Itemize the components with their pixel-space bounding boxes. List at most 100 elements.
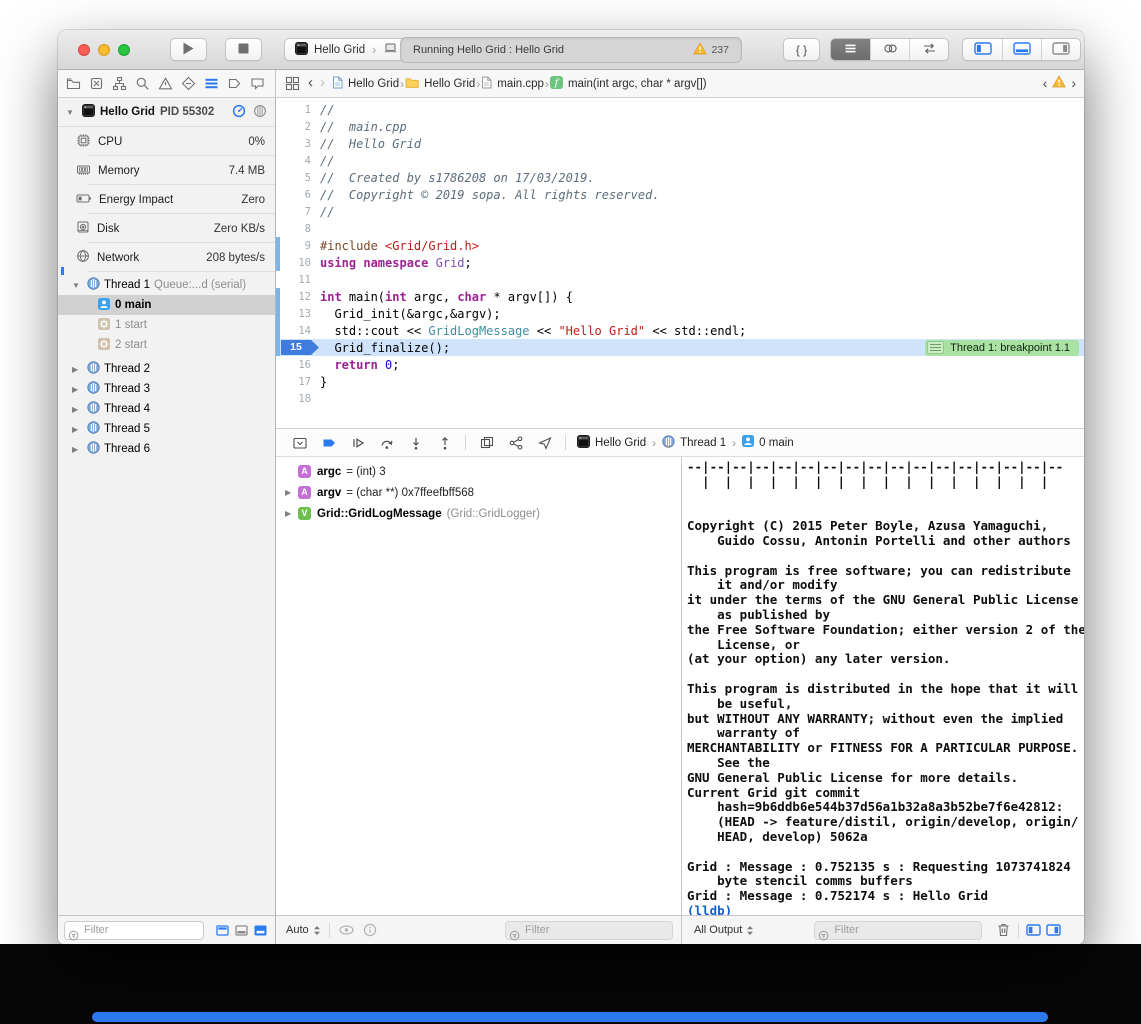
code-line[interactable]: 13 Grid_init(&argc,&argv); (276, 305, 1084, 322)
go-back-button[interactable]: ‹ (308, 74, 313, 91)
code-line[interactable]: 3// Hello Grid (276, 135, 1084, 152)
clear-console-button[interactable] (996, 922, 1011, 938)
code-line[interactable]: 7// (276, 203, 1084, 220)
stop-button[interactable] (225, 38, 262, 61)
jump-bar-item[interactable]: main.cpp (481, 76, 544, 92)
variable-row[interactable]: ▶VGrid::GridLogMessage(Grid::GridLogger) (276, 503, 681, 524)
console-output[interactable]: --|--|--|--|--|--|--|--|--|--|--|--|--|-… (681, 457, 1084, 915)
thread-row[interactable]: ▶Thread 3 (58, 379, 275, 399)
step-into-button[interactable] (402, 432, 429, 454)
code-line[interactable]: 6// Copyright © 2019 sopa. All rights re… (276, 186, 1084, 203)
code-line[interactable]: 4// (276, 152, 1084, 169)
grid-view-button[interactable] (254, 925, 267, 936)
code-line[interactable]: 18 (276, 390, 1084, 407)
step-out-button[interactable] (431, 432, 458, 454)
stack-frame-row[interactable]: 2 start (58, 335, 275, 355)
toggle-inspector-button[interactable] (1041, 39, 1080, 60)
info-button[interactable] (363, 923, 377, 937)
code-line[interactable]: 10using namespace Grid; (276, 254, 1084, 271)
list-view-button[interactable] (235, 925, 248, 936)
line-number-gutter[interactable]: 5 (280, 172, 320, 184)
line-number-gutter[interactable]: 2 (280, 121, 320, 133)
code-line[interactable]: 12int main(int argc, char * argv[]) { (276, 288, 1084, 305)
line-number-gutter[interactable]: 3 (280, 138, 320, 150)
report-navigator-button[interactable] (249, 76, 265, 92)
console-filter-input[interactable] (814, 921, 982, 940)
warning-badge[interactable]: 237 (693, 42, 729, 58)
gauge-row-energy-impact[interactable]: Energy ImpactZero (58, 185, 275, 214)
line-number-gutter[interactable]: 13 (280, 308, 320, 320)
thread-row[interactable]: ▶Thread 5 (58, 419, 275, 439)
disclosure-triangle[interactable]: ▶ (285, 488, 298, 497)
code-line[interactable]: 14 std::cout << GridLogMessage << "Hello… (276, 322, 1084, 339)
continue-button[interactable] (344, 432, 371, 454)
gauges-view-button[interactable] (216, 925, 229, 936)
jump-bar-item[interactable]: fmain(int argc, char * argv[]) (550, 76, 707, 92)
code-line[interactable]: 5// Created by s1786208 on 17/03/2019. (276, 169, 1084, 186)
find-navigator-button[interactable] (134, 76, 150, 92)
code-line[interactable]: 17} (276, 373, 1084, 390)
jump-bar-item[interactable]: Hello Grid (332, 76, 399, 92)
thread-row[interactable]: ▶Thread 6 (58, 439, 275, 459)
disclosure-triangle[interactable]: ▼ (66, 108, 77, 117)
code-line[interactable]: 8 (276, 220, 1084, 237)
test-navigator-button[interactable] (180, 76, 196, 92)
quicklook-eye-button[interactable] (338, 924, 355, 936)
issue-navigator-button[interactable] (157, 76, 173, 92)
standard-editor-button[interactable] (831, 39, 870, 60)
source-control-navigator-button[interactable] (88, 76, 104, 92)
gauge-row-disk[interactable]: DiskZero KB/s (58, 214, 275, 243)
debug-view-hierarchy-button[interactable] (473, 432, 500, 454)
toggle-variables-view-button[interactable] (1026, 924, 1041, 936)
thread-row[interactable]: ▼Thread 1Queue:...d (serial) (58, 275, 275, 295)
variable-row[interactable]: Aargc= (int) 3 (276, 461, 681, 482)
line-number-gutter[interactable]: 8 (280, 223, 320, 235)
previous-issue-button[interactable]: ‹ (1043, 75, 1048, 91)
close-window-button[interactable] (78, 44, 90, 56)
line-number-gutter[interactable]: 7 (280, 206, 320, 218)
code-line[interactable]: 9#include <Grid/Grid.h> (276, 237, 1084, 254)
line-number-gutter[interactable]: 6 (280, 189, 320, 201)
code-line-breakpoint[interactable]: 15 Grid_finalize();Thread 1: breakpoint … (276, 339, 1084, 356)
library-button[interactable]: { } (783, 38, 820, 61)
minimize-window-button[interactable] (98, 44, 110, 56)
go-forward-button[interactable]: › (320, 74, 325, 91)
debug-bar-item[interactable]: Hello Grid (577, 435, 646, 451)
line-number-gutter[interactable]: 16 (280, 359, 320, 371)
disclosure-triangle[interactable]: ▶ (72, 405, 83, 414)
variables-filter-input[interactable] (505, 921, 673, 940)
gauge-row-cpu[interactable]: CPU0% (58, 127, 275, 156)
disclosure-triangle[interactable]: ▶ (72, 385, 83, 394)
disclosure-triangle[interactable]: ▶ (72, 425, 83, 434)
gauge-row-network[interactable]: Network208 bytes/s (58, 243, 275, 272)
version-editor-button[interactable] (909, 39, 948, 60)
variable-row[interactable]: ▶Aargv= (char **) 0x7ffeefbff568 (276, 482, 681, 503)
stack-frame-row[interactable]: 1 start (58, 315, 275, 335)
debug-bar-item[interactable]: 0 main (742, 435, 794, 450)
line-number-gutter[interactable]: 1 (280, 104, 320, 116)
gauge-icon[interactable] (232, 104, 246, 121)
related-items-icon[interactable] (285, 76, 300, 91)
gauge-row-memory[interactable]: Memory7.4 MB (58, 156, 275, 185)
console-scope-dropdown[interactable]: All Output (694, 924, 754, 936)
line-number-gutter[interactable]: 18 (280, 393, 320, 405)
line-number-gutter[interactable]: 17 (280, 376, 320, 388)
process-row[interactable]: ▼ Hello Grid PID 55302 (58, 98, 275, 127)
line-number-gutter[interactable]: 4 (280, 155, 320, 167)
code-line[interactable]: 16 return 0; (276, 356, 1084, 373)
toggle-navigator-button[interactable] (963, 39, 1002, 60)
assistant-editor-button[interactable] (870, 39, 909, 60)
breakpoint-indicator[interactable]: 15 (281, 340, 319, 355)
line-number-gutter[interactable]: 12 (280, 291, 320, 303)
memory-graph-button[interactable] (502, 432, 529, 454)
line-number-gutter[interactable]: 10 (280, 257, 320, 269)
simulate-location-button[interactable] (531, 432, 558, 454)
project-navigator-button[interactable] (65, 76, 81, 92)
debug-bar-item[interactable]: Thread 1 (662, 435, 726, 451)
code-line[interactable]: 1// (276, 101, 1084, 118)
stack-frame-row[interactable]: 0 main (58, 295, 275, 315)
thread-row[interactable]: ▶Thread 2 (58, 359, 275, 379)
line-number-gutter[interactable]: 9 (280, 240, 320, 252)
disclosure-triangle[interactable]: ▼ (72, 281, 83, 290)
toggle-debug-area-button[interactable] (1002, 39, 1041, 60)
